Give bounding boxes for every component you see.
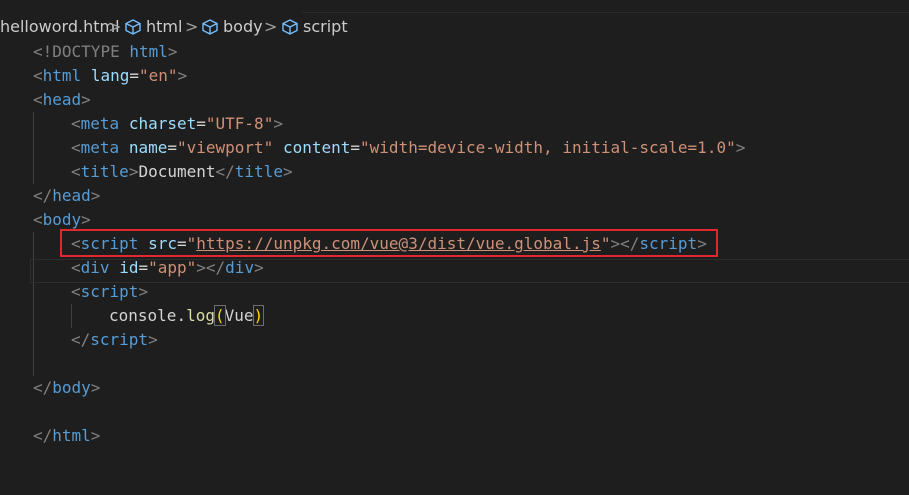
breadcrumb-file[interactable]: helloword.html bbox=[0, 16, 120, 38]
chevron-right-icon: > bbox=[264, 17, 278, 36]
code-line: <html lang="en"> bbox=[33, 66, 188, 85]
breadcrumb-html[interactable]: html bbox=[146, 16, 182, 38]
code-line: <head> bbox=[33, 90, 91, 109]
indent-guide bbox=[33, 112, 34, 184]
cube-icon bbox=[282, 19, 298, 35]
indent-guide bbox=[71, 304, 72, 328]
code-line: <div id="app"></div> bbox=[71, 258, 264, 277]
code-line: <!DOCTYPE html> bbox=[33, 42, 178, 61]
chevron-right-icon: > bbox=[185, 17, 199, 36]
indent-guide bbox=[33, 232, 34, 376]
code-line: </html> bbox=[33, 426, 101, 445]
cube-icon bbox=[202, 19, 218, 35]
annotation-highlight-box bbox=[60, 229, 718, 257]
code-line: </head> bbox=[33, 186, 101, 205]
code-line: <title>Document</title> bbox=[71, 162, 293, 181]
cube-icon bbox=[125, 19, 141, 35]
code-line: <script> bbox=[71, 282, 149, 301]
code-line: </body> bbox=[33, 378, 101, 397]
code-line: </script> bbox=[71, 330, 158, 349]
code-line: <meta charset="UTF-8"> bbox=[71, 114, 283, 133]
chevron-right-icon: > bbox=[108, 17, 122, 36]
breadcrumb-body[interactable]: body bbox=[223, 16, 263, 38]
code-line: <meta name="viewport" content="width=dev… bbox=[71, 138, 746, 157]
code-line: console.log(Vue) bbox=[109, 305, 265, 326]
tab-bar-edge bbox=[302, 0, 909, 13]
breadcrumb-script[interactable]: script bbox=[303, 16, 348, 38]
